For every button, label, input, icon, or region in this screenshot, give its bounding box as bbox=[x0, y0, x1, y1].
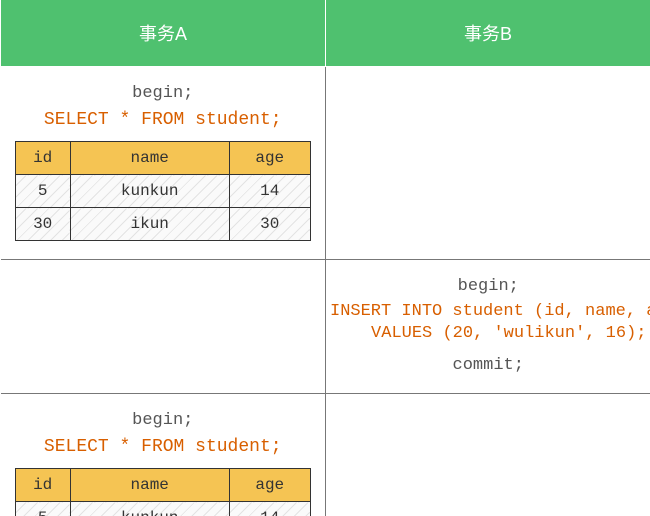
table-row: 30 ikun 30 bbox=[15, 208, 310, 241]
result-table-2: id name age 5 kunkun 14 30 ikun 30 bbox=[15, 468, 311, 516]
sql-select: SELECT * FROM student; bbox=[5, 107, 322, 135]
header-transaction-b: 事务B bbox=[326, 0, 650, 67]
step-3: begin; SELECT * FROM student; id name ag… bbox=[1, 394, 650, 516]
result-table-1: id name age 5 kunkun 14 30 ikun 30 bbox=[15, 141, 311, 241]
table-row: 5 kunkun 14 bbox=[15, 502, 310, 516]
sql-begin: begin; bbox=[5, 81, 322, 107]
table-header-row: id name age bbox=[15, 469, 310, 502]
sql-begin: begin; bbox=[328, 274, 649, 300]
col-id: id bbox=[15, 469, 70, 502]
col-name: name bbox=[70, 469, 229, 502]
sql-insert-line1: INSERT INTO student (id, name, age) bbox=[328, 301, 649, 323]
step-1-a: begin; SELECT * FROM student; id name ag… bbox=[1, 67, 326, 260]
table-row: 5 kunkun 14 bbox=[15, 175, 310, 208]
col-age: age bbox=[229, 142, 310, 175]
sql-begin: begin; bbox=[5, 408, 322, 434]
step-2-b: begin; INSERT INTO student (id, name, ag… bbox=[326, 260, 650, 394]
step-3-b: 亿速云 bbox=[326, 394, 650, 516]
col-id: id bbox=[15, 142, 70, 175]
step-2-a bbox=[1, 260, 326, 394]
col-age: age bbox=[229, 469, 310, 502]
col-name: name bbox=[70, 142, 229, 175]
header-row: 事务A 事务B bbox=[1, 0, 650, 67]
transaction-comparison-table: 事务A 事务B begin; SELECT * FROM student; id… bbox=[0, 0, 650, 516]
sql-insert-line2: VALUES (20, 'wulikun', 16); bbox=[328, 323, 649, 345]
step-1: begin; SELECT * FROM student; id name ag… bbox=[1, 67, 650, 260]
sql-select: SELECT * FROM student; bbox=[5, 434, 322, 462]
step-2: begin; INSERT INTO student (id, name, ag… bbox=[1, 260, 650, 394]
sql-commit: commit; bbox=[328, 353, 649, 379]
table-header-row: id name age bbox=[15, 142, 310, 175]
step-3-a: begin; SELECT * FROM student; id name ag… bbox=[1, 394, 326, 516]
header-transaction-a: 事务A bbox=[1, 0, 326, 67]
step-1-b bbox=[326, 67, 650, 260]
